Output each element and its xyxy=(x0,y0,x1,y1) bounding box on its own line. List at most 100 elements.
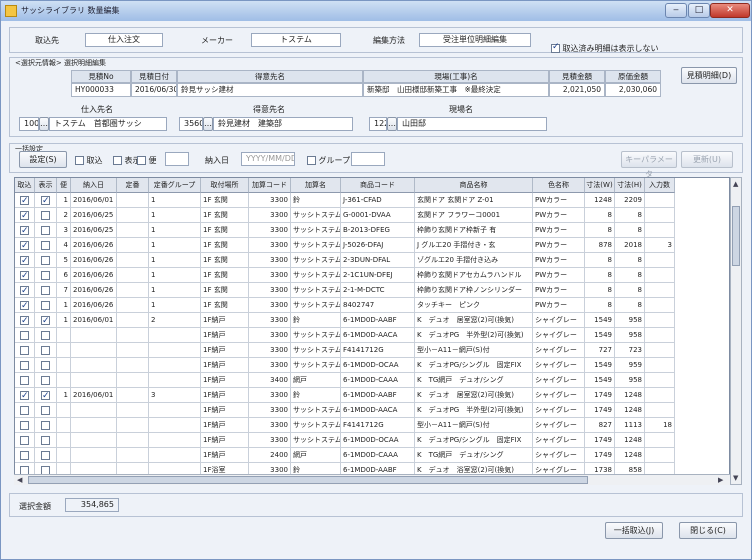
cell-date[interactable] xyxy=(71,358,117,373)
cell-width[interactable]: 8 xyxy=(585,283,615,298)
cell-place[interactable]: 1F納戸 xyxy=(201,433,249,448)
cell-standard[interactable] xyxy=(117,328,149,343)
cell-product-name[interactable]: 玄関ドア フラワーコ0001 xyxy=(415,208,533,223)
cell-standard-group[interactable]: 1 xyxy=(149,238,201,253)
cell-width[interactable]: 1749 xyxy=(585,448,615,463)
col-header-add-name[interactable]: 加算名 xyxy=(291,178,341,193)
cell-date[interactable]: 2016/06/01 xyxy=(71,193,117,208)
cell-standard-group[interactable]: 1 xyxy=(149,208,201,223)
cell-color-name[interactable]: シャイグレー xyxy=(533,448,585,463)
cell-color-name[interactable]: PWカラー xyxy=(533,208,585,223)
cell-color-name[interactable]: シャイグレー xyxy=(533,373,585,388)
cell-color-name[interactable]: PWカラー xyxy=(533,223,585,238)
cell-color-name[interactable]: シャイグレー xyxy=(533,328,585,343)
cell-place[interactable]: 1F納戸 xyxy=(201,373,249,388)
cell-standard[interactable] xyxy=(117,253,149,268)
cell-height[interactable]: 958 xyxy=(615,328,645,343)
show-checkbox[interactable] xyxy=(41,314,50,327)
take-checkbox[interactable] xyxy=(20,389,29,402)
cell-input-qty[interactable] xyxy=(645,253,675,268)
key-parameter-button[interactable]: キーパラメータ xyxy=(621,151,677,179)
cell-place[interactable]: 1F 玄関 xyxy=(201,268,249,283)
cell-input-qty[interactable] xyxy=(645,193,675,208)
cell-take[interactable] xyxy=(15,328,35,343)
cell-show[interactable] xyxy=(35,388,57,403)
cell-standard-group[interactable]: 1 xyxy=(149,283,201,298)
cell-add-code[interactable]: 3300 xyxy=(249,343,291,358)
cell-standard[interactable] xyxy=(117,313,149,328)
cell-add-code[interactable]: 3300 xyxy=(249,223,291,238)
cell-standard[interactable] xyxy=(117,223,149,238)
cell-date[interactable] xyxy=(71,433,117,448)
cell-add-name[interactable]: 鈴 xyxy=(291,313,341,328)
cell-add-code[interactable]: 3300 xyxy=(249,193,291,208)
cell-width[interactable]: 878 xyxy=(585,238,615,253)
kind-field[interactable]: 仕入注文 xyxy=(85,33,163,47)
hide-taken-checkbox[interactable] xyxy=(551,42,560,53)
cell-add-name[interactable]: サッシトステム xyxy=(291,253,341,268)
cell-product-name[interactable]: K デュオPG/シングル 固定FIX xyxy=(415,433,533,448)
cell-width[interactable]: 1749 xyxy=(585,433,615,448)
cell-product-code[interactable]: J-5026-DFAJ xyxy=(341,238,415,253)
cell-input-qty[interactable] xyxy=(645,298,675,313)
col-header-standard-group[interactable]: 定番グループ xyxy=(149,178,201,193)
cell-flight[interactable]: 1 xyxy=(57,193,71,208)
show-checkbox[interactable] xyxy=(41,360,50,370)
cell-height[interactable]: 8 xyxy=(615,223,645,238)
cell-product-name[interactable]: K TG網戸 デュオ/シング xyxy=(415,373,533,388)
take-checkbox[interactable] xyxy=(20,254,29,267)
show-checkbox[interactable] xyxy=(41,345,50,355)
cell-add-code[interactable]: 3300 xyxy=(249,238,291,253)
bulk-set-button[interactable]: 設定(S) xyxy=(19,151,67,168)
cell-add-name[interactable]: サッシトステム xyxy=(291,433,341,448)
cell-color-name[interactable]: PWカラー xyxy=(533,253,585,268)
cell-standard[interactable] xyxy=(117,283,149,298)
cell-product-name[interactable]: K デュオPG 半外型(2)可(換気) xyxy=(415,403,533,418)
cell-input-qty[interactable] xyxy=(645,388,675,403)
cell-standard-group[interactable] xyxy=(149,433,201,448)
take-checkbox[interactable] xyxy=(20,314,29,327)
cell-flight[interactable]: 1 xyxy=(57,298,71,313)
cell-place[interactable]: 1F納戸 xyxy=(201,313,249,328)
cell-height[interactable]: 2209 xyxy=(615,193,645,208)
cell-width[interactable]: 8 xyxy=(585,223,615,238)
cell-add-code[interactable]: 3300 xyxy=(249,253,291,268)
cell-add-name[interactable]: サッシトステム xyxy=(291,343,341,358)
show-checkbox[interactable] xyxy=(41,300,50,310)
cell-take[interactable] xyxy=(15,433,35,448)
show-checkbox[interactable] xyxy=(41,194,50,207)
cell-standard[interactable] xyxy=(117,343,149,358)
cell-show[interactable] xyxy=(35,373,57,388)
customer-name[interactable]: 鈴見建材 建築部 xyxy=(213,117,353,131)
take-checkbox[interactable] xyxy=(20,299,29,312)
cell-standard[interactable] xyxy=(117,358,149,373)
cell-show[interactable] xyxy=(35,283,57,298)
cell-place[interactable]: 1F 玄関 xyxy=(201,208,249,223)
cell-flight[interactable]: 2 xyxy=(57,208,71,223)
cell-take[interactable] xyxy=(15,358,35,373)
cell-place[interactable]: 1F納戸 xyxy=(201,388,249,403)
cell-date[interactable]: 2016/06/26 xyxy=(71,298,117,313)
maximize-button[interactable]: □ xyxy=(688,3,710,18)
take-checkbox[interactable] xyxy=(20,224,29,237)
cell-add-code[interactable]: 3400 xyxy=(249,373,291,388)
cell-product-code[interactable]: 6-1MD0D-CAAA xyxy=(341,373,415,388)
bulk-date-input[interactable]: YYYY/MM/DD xyxy=(241,152,295,166)
cell-add-code[interactable]: 3300 xyxy=(249,268,291,283)
cell-show[interactable] xyxy=(35,253,57,268)
cell-date[interactable]: 2016/06/01 xyxy=(71,313,117,328)
cell-add-name[interactable]: サッシトステム xyxy=(291,223,341,238)
cell-place[interactable]: 1F納戸 xyxy=(201,328,249,343)
cell-flight[interactable] xyxy=(57,448,71,463)
cell-color-name[interactable]: PWカラー xyxy=(533,298,585,313)
customer-search-button[interactable]: … xyxy=(203,117,213,131)
cell-add-code[interactable]: 3300 xyxy=(249,418,291,433)
cell-width[interactable]: 1749 xyxy=(585,403,615,418)
cell-date[interactable] xyxy=(71,403,117,418)
cell-input-qty[interactable]: 3 xyxy=(645,238,675,253)
show-checkbox[interactable] xyxy=(41,375,50,385)
bulk-group-input[interactable] xyxy=(351,152,385,166)
cell-add-name[interactable]: サッシトステム xyxy=(291,418,341,433)
cell-input-qty[interactable] xyxy=(645,328,675,343)
cell-add-code[interactable]: 3300 xyxy=(249,433,291,448)
